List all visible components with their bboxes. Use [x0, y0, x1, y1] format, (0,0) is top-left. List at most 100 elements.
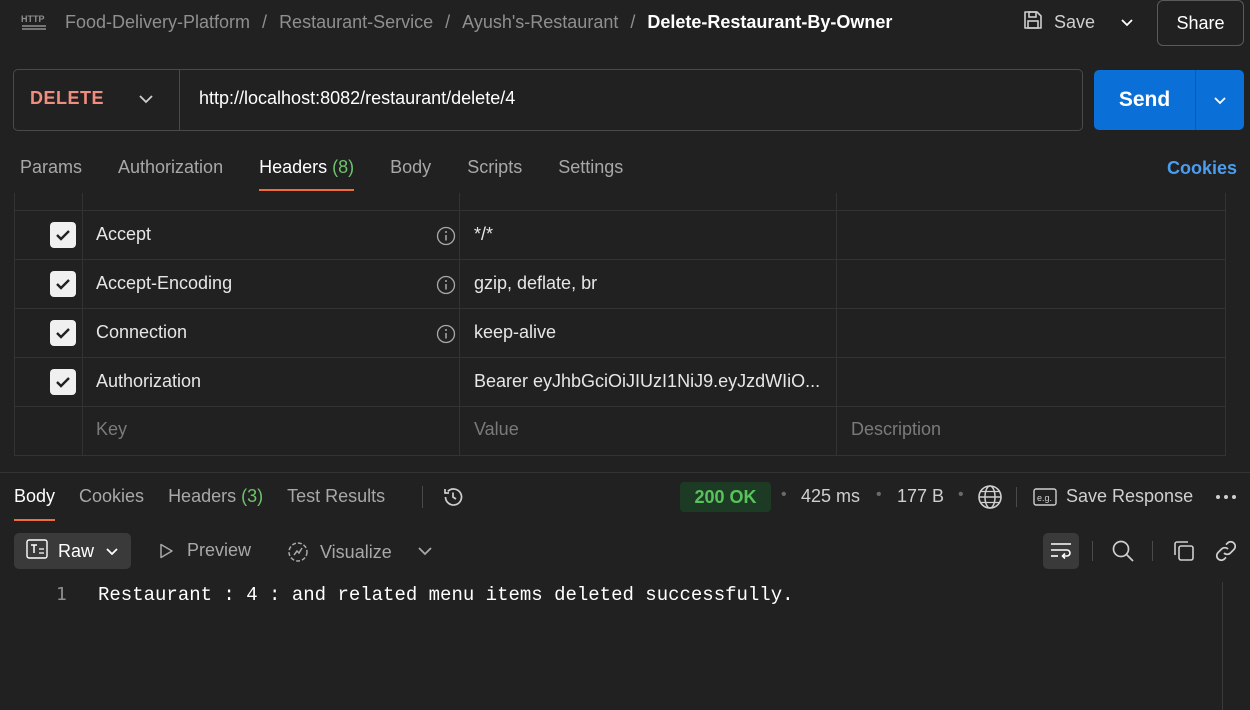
chevron-down-icon: [1214, 97, 1226, 105]
cookies-link[interactable]: Cookies: [1167, 158, 1237, 179]
tab-response-cookies[interactable]: Cookies: [79, 486, 144, 521]
check-icon: [56, 377, 70, 388]
save-options-button[interactable]: [1112, 8, 1142, 36]
tab-headers-count: (8): [332, 157, 355, 177]
globe-icon[interactable]: [977, 484, 1003, 510]
new-description-input[interactable]: Description: [851, 419, 941, 440]
url-input[interactable]: http://localhost:8082/restaurant/delete/…: [199, 88, 515, 109]
example-icon: e.g.: [1033, 487, 1057, 507]
header-key[interactable]: Connection: [96, 322, 187, 343]
wrap-lines-button[interactable]: [1043, 533, 1079, 569]
header-checkbox[interactable]: [50, 369, 76, 395]
send-button[interactable]: Send: [1094, 70, 1195, 130]
tab-scripts[interactable]: Scripts: [467, 157, 522, 191]
tab-settings[interactable]: Settings: [558, 157, 623, 191]
visualize-button[interactable]: Visualize: [286, 540, 392, 564]
save-button[interactable]: Save: [1022, 8, 1095, 36]
save-label: Save: [1054, 11, 1096, 32]
divider: [1016, 487, 1017, 507]
copy-icon[interactable]: [1172, 539, 1196, 563]
table-row: Accept */*: [15, 211, 1225, 260]
tab-response-body[interactable]: Body: [14, 486, 56, 521]
http-icon: HTTP: [20, 10, 48, 32]
breadcrumb-item-folder[interactable]: Restaurant-Service: [279, 12, 433, 33]
more-options-icon[interactable]: [1214, 486, 1238, 508]
search-icon[interactable]: [1111, 539, 1135, 563]
send-options-button[interactable]: [1196, 70, 1244, 130]
tab-body[interactable]: Body: [390, 157, 431, 191]
response-size[interactable]: 177 B: [897, 486, 944, 507]
divider: [1152, 541, 1153, 561]
header-value[interactable]: gzip, deflate, br: [474, 273, 834, 294]
divider: [422, 486, 423, 508]
request-tabs: Params Authorization Headers (8) Body Sc…: [20, 157, 659, 191]
tab-test-results[interactable]: Test Results: [287, 486, 385, 521]
chevron-down-icon[interactable]: [414, 540, 436, 562]
save-response-button[interactable]: Save Response: [1066, 486, 1193, 507]
method-select[interactable]: DELETE: [30, 88, 104, 109]
header-key[interactable]: Accept: [96, 224, 151, 245]
info-icon[interactable]: [436, 324, 456, 344]
tab-authorization[interactable]: Authorization: [118, 157, 223, 191]
save-icon: [1022, 9, 1044, 36]
header-checkbox[interactable]: [50, 271, 76, 297]
new-value-input[interactable]: Value: [474, 419, 834, 440]
response-time[interactable]: 425 ms: [801, 486, 860, 507]
check-icon: [56, 279, 70, 290]
separator-dot: •: [958, 486, 964, 503]
table-row-new: Key Value Description: [15, 407, 1225, 455]
chevron-down-icon[interactable]: [136, 89, 156, 109]
format-select[interactable]: Raw: [14, 533, 131, 569]
header-value[interactable]: keep-alive: [474, 322, 834, 343]
text-format-icon: [26, 538, 48, 564]
header-value[interactable]: Bearer eyJhbGciOiJIUzI1NiJ9.eyJzdWIiO...: [474, 371, 834, 392]
info-icon[interactable]: [436, 226, 456, 246]
separator-dot: •: [781, 486, 787, 503]
visualize-icon: [288, 542, 308, 562]
column-divider: [836, 193, 837, 455]
chevron-down-icon: [106, 548, 118, 556]
header-key[interactable]: Accept-Encoding: [96, 273, 232, 294]
tab-response-headers-label: Headers: [168, 486, 237, 506]
tab-response-headers[interactable]: Headers (3): [168, 486, 263, 521]
status-badge[interactable]: 200 OK: [680, 482, 771, 512]
header-checkbox[interactable]: [50, 320, 76, 346]
scrollbar[interactable]: [1222, 582, 1223, 710]
visualize-label: Visualize: [320, 541, 392, 562]
request-name[interactable]: Delete-Restaurant-By-Owner: [647, 12, 892, 33]
chevron-down-icon: [1121, 19, 1133, 27]
link-icon[interactable]: [1214, 539, 1238, 563]
tab-params[interactable]: Params: [20, 157, 82, 191]
table-row: Accept-Encoding gzip, deflate, br: [15, 260, 1225, 309]
table-row: Authorization Bearer eyJhbGciOiJIUzI1NiJ…: [15, 358, 1225, 407]
breadcrumb-item-subfolder[interactable]: Ayush's-Restaurant: [462, 12, 618, 33]
svg-text:e.g.: e.g.: [1037, 493, 1052, 503]
separator-dot: •: [876, 486, 882, 503]
info-icon[interactable]: [436, 275, 456, 295]
history-icon[interactable]: [441, 485, 465, 509]
headers-table: Accept */* Accept-Encoding gzip, deflate…: [14, 193, 1226, 456]
breadcrumb-separator: /: [262, 11, 268, 32]
header-key[interactable]: Authorization: [96, 371, 201, 392]
line-number: 1: [56, 584, 67, 605]
wrap-icon: [1051, 543, 1071, 560]
breadcrumb-item-collection[interactable]: Food-Delivery-Platform: [65, 12, 250, 33]
preview-label: Preview: [187, 540, 252, 560]
tab-headers[interactable]: Headers (8): [259, 157, 355, 191]
column-divider: [459, 193, 460, 455]
breadcrumb: Food-Delivery-Platform / Restaurant-Serv…: [65, 10, 892, 34]
new-key-input[interactable]: Key: [96, 419, 127, 440]
response-body-text[interactable]: Restaurant : 4 : and related menu items …: [98, 584, 794, 606]
header-checkbox[interactable]: [50, 222, 76, 248]
table-row: Connection keep-alive: [15, 309, 1225, 358]
table-row: [15, 193, 1225, 211]
share-button[interactable]: Share: [1157, 0, 1244, 46]
check-icon: [56, 328, 70, 339]
tab-headers-label: Headers: [259, 157, 328, 177]
tab-response-headers-count: (3): [241, 486, 264, 506]
play-icon: [160, 543, 173, 558]
preview-button[interactable]: Preview: [157, 540, 251, 561]
header-value[interactable]: */*: [474, 224, 834, 245]
request-bar: [13, 69, 1083, 131]
divider: [1092, 541, 1093, 561]
